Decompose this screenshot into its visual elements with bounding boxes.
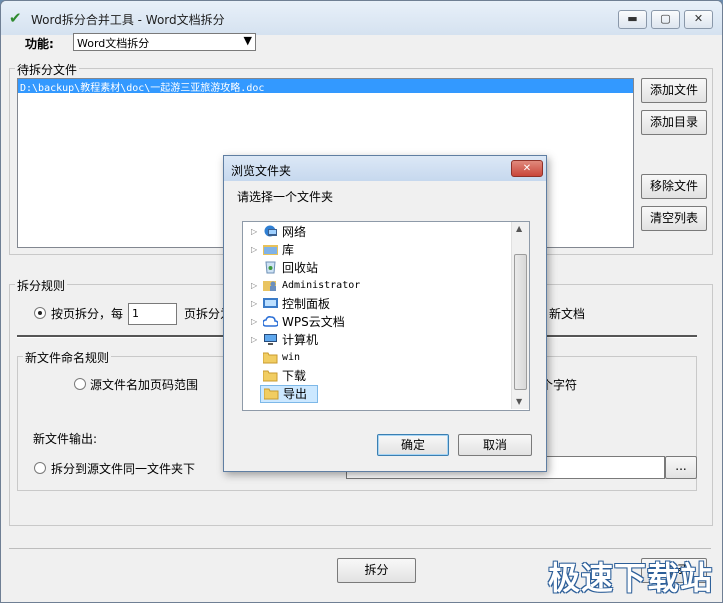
function-label: 功能:	[25, 37, 54, 51]
user-folder-icon	[263, 281, 276, 291]
scroll-up-icon[interactable]: ▲	[516, 224, 522, 233]
tree-item-label: 回收站	[282, 261, 319, 275]
tree-item-administrator[interactable]: ▷ Administrator	[243, 277, 511, 295]
tree-item-network[interactable]: ▷ 网络	[243, 223, 511, 241]
app-check-icon: ✔	[9, 9, 22, 27]
folder-icon	[263, 370, 278, 382]
page-count-input[interactable]: 1	[128, 303, 177, 325]
library-icon	[263, 245, 278, 255]
network-icon	[264, 225, 277, 237]
control-panel-icon	[263, 298, 278, 308]
split-button[interactable]: 拆分	[337, 558, 416, 583]
close-button[interactable]: ✕	[684, 10, 713, 29]
tree-item-label: 网络	[282, 225, 307, 239]
function-select-value: Word文档拆分	[77, 37, 150, 50]
expand-icon[interactable]: ▷	[251, 313, 257, 331]
folder-icon	[264, 388, 279, 400]
tree-item-label: 下载	[282, 369, 307, 383]
output-same-folder-radio[interactable]	[34, 462, 46, 474]
scrollbar-thumb[interactable]	[514, 254, 527, 390]
tree-item-library[interactable]: ▷ 库	[243, 241, 511, 259]
expand-icon[interactable]: ▷	[251, 241, 257, 259]
output-label: 新文件输出:	[33, 432, 98, 446]
files-legend: 待拆分文件	[15, 61, 80, 78]
title-bar[interactable]: ✔ Word拆分合并工具 - Word文档拆分 ▬ ▢ ✕	[1, 1, 722, 35]
chevron-down-icon[interactable]: ▼	[244, 34, 252, 47]
function-select[interactable]: Word文档拆分 ▼	[73, 33, 256, 51]
browse-button[interactable]: ...	[665, 456, 697, 479]
split-by-page-radio[interactable]	[34, 307, 46, 319]
tree-item-label: Administrator	[282, 280, 361, 291]
watermark-logo: 极速下载站	[548, 559, 714, 597]
dialog-cancel-button[interactable]: 取消	[458, 434, 532, 456]
computer-icon	[264, 334, 277, 345]
file-path: D:\backup\教程素材\doc\一起游三亚旅游攻略.doc	[20, 83, 265, 94]
expand-icon[interactable]: ▷	[251, 295, 257, 313]
tree-item-control-panel[interactable]: ▷ 控制面板	[243, 295, 511, 313]
minimize-button[interactable]: ▬	[618, 10, 647, 29]
new-doc-label: 新文档	[549, 307, 586, 321]
scroll-down-icon[interactable]: ▼	[516, 397, 522, 406]
window-title: Word拆分合并工具 - Word文档拆分	[31, 13, 225, 27]
folder-icon	[263, 352, 278, 364]
cloud-icon	[263, 316, 278, 327]
tree-item-export[interactable]: 导出	[260, 385, 318, 403]
tree-item-downloads[interactable]: 下载	[243, 367, 511, 385]
naming-option-label: 源文件名加页码范围	[90, 378, 199, 392]
tree-item-label: 导出	[283, 387, 308, 401]
dialog-title: 浏览文件夹	[231, 164, 292, 178]
tree-item-label: 库	[282, 243, 295, 257]
add-directory-button[interactable]: 添加目录	[641, 110, 707, 135]
clear-list-button[interactable]: 清空列表	[641, 206, 707, 231]
tree-item-wps-cloud[interactable]: ▷ WPS云文档	[243, 313, 511, 331]
tree-item-win[interactable]: win	[243, 349, 511, 367]
dialog-prompt: 请选择一个文件夹	[237, 190, 334, 204]
tree-item-recycle-bin[interactable]: 回收站	[243, 259, 511, 277]
page-count-value: 1	[132, 307, 139, 320]
expand-icon[interactable]: ▷	[251, 277, 257, 295]
dialog-close-button[interactable]: ✕	[511, 160, 543, 177]
expand-icon[interactable]: ▷	[251, 331, 257, 349]
tree-item-label: 计算机	[282, 333, 319, 347]
add-file-button[interactable]: 添加文件	[641, 78, 707, 103]
maximize-button[interactable]: ▢	[651, 10, 680, 29]
tree-item-computer[interactable]: ▷ 计算机	[243, 331, 511, 349]
dialog-ok-button[interactable]: 确定	[377, 434, 449, 456]
file-list-item[interactable]: D:\backup\教程素材\doc\一起游三亚旅游攻略.doc	[18, 79, 633, 94]
tree-scrollbar[interactable]: ▲ ▼	[511, 222, 529, 409]
browse-folder-dialog: 浏览文件夹 ✕ 请选择一个文件夹 ▷ 网络 ▷ 库 回收站 ▷ Administ…	[223, 155, 547, 472]
dialog-title-bar[interactable]: 浏览文件夹 ✕	[224, 156, 546, 181]
folder-tree[interactable]: ▷ 网络 ▷ 库 回收站 ▷ Administrator ▷ 控制面板 ▷ WP…	[242, 221, 530, 411]
tree-item-label: WPS云文档	[282, 315, 345, 329]
tree-item-label: 控制面板	[282, 297, 331, 311]
output-same-folder-label: 拆分到源文件同一文件夹下	[51, 462, 196, 476]
naming-legend: 新文件命名规则	[23, 349, 112, 366]
remove-file-button[interactable]: 移除文件	[641, 174, 707, 199]
split-by-page-label: 按页拆分，每	[51, 307, 124, 321]
footer-divider	[9, 548, 711, 549]
tree-item-label: win	[282, 352, 301, 363]
recycle-bin-icon	[265, 261, 276, 274]
split-rule-legend: 拆分规则	[15, 277, 68, 294]
naming-option-radio[interactable]	[74, 378, 86, 390]
expand-icon[interactable]: ▷	[251, 223, 257, 241]
